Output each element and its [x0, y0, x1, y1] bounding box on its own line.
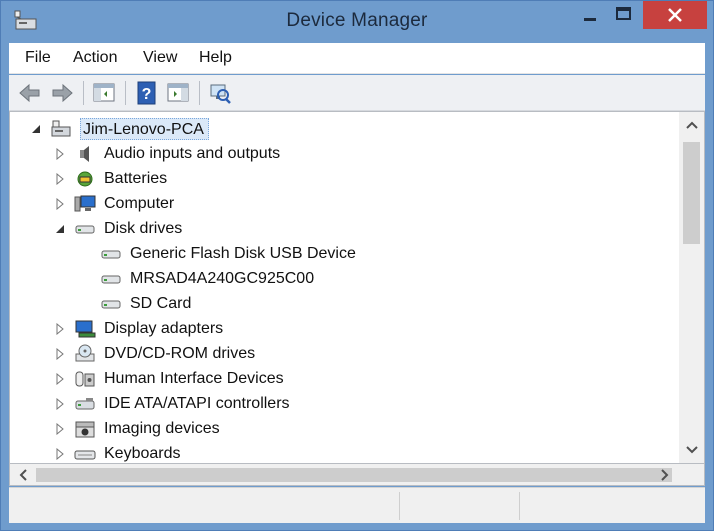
menu-help[interactable]: Help [199, 49, 232, 67]
collapsed-arrow-icon[interactable] [54, 197, 66, 210]
tree-node-computer[interactable]: Computer [54, 191, 174, 216]
horizontal-scroll-thumb[interactable] [36, 468, 672, 482]
tree-node-keyboards[interactable]: Keyboards [54, 441, 181, 463]
tree-node-label: Keyboards [104, 444, 181, 462]
scroll-down-arrow-icon[interactable] [685, 445, 699, 455]
tree-leaf-label: SD Card [130, 294, 192, 312]
tree-node-label: Audio inputs and outputs [104, 144, 281, 162]
tree-node-label: Computer [104, 194, 175, 212]
disk-drive-icon [101, 250, 121, 258]
menu-action[interactable]: Action [73, 49, 117, 67]
disk-drive-icon [75, 225, 95, 233]
expanded-arrow-icon[interactable] [54, 223, 66, 235]
tree-node-batteries[interactable]: Batteries [54, 166, 167, 191]
svg-text:?: ? [142, 86, 152, 103]
back-arrow-icon[interactable] [17, 80, 43, 106]
scroll-left-arrow-icon[interactable] [18, 469, 28, 481]
toolbar-separator [199, 81, 200, 105]
show-hide-console-tree-icon[interactable] [91, 80, 117, 106]
vertical-scrollbar[interactable] [679, 112, 704, 463]
tree-node-label: Imaging devices [104, 419, 220, 437]
device-manager-window: Device Manager File Action View Help ? J… [0, 0, 714, 531]
tree-leaf-label: Generic Flash Disk USB Device [130, 244, 356, 262]
tree-node-label: Human Interface Devices [104, 369, 284, 387]
help-icon[interactable]: ? [133, 80, 159, 106]
tree-leaf-sd-card[interactable]: SD Card [100, 291, 191, 316]
tree-node-ide-controllers[interactable]: IDE ATA/ATAPI controllers [54, 391, 290, 416]
vertical-scroll-thumb[interactable] [683, 142, 700, 244]
title-bar[interactable]: Device Manager [1, 1, 713, 43]
computer-icon [74, 195, 96, 211]
status-pane [519, 492, 705, 520]
battery-icon [77, 171, 93, 186]
forward-arrow-icon[interactable] [49, 80, 75, 106]
maximize-button[interactable] [607, 2, 639, 28]
status-pane [399, 492, 519, 520]
toolbar-separator [125, 81, 126, 105]
disk-drive-icon [101, 275, 121, 283]
collapsed-arrow-icon[interactable] [54, 322, 66, 335]
toolbar-separator [83, 81, 84, 105]
menu-file[interactable]: File [25, 49, 51, 67]
dvd-drive-icon [75, 344, 95, 361]
disk-drive-icon [101, 300, 121, 308]
tree-node-dvd-drives[interactable]: DVD/CD-ROM drives [54, 341, 255, 366]
toolbar: ? [9, 75, 705, 111]
tree-node-label: Batteries [104, 169, 168, 187]
collapsed-arrow-icon[interactable] [54, 372, 66, 385]
tree-root-node[interactable]: Jim-Lenovo-PCA [30, 116, 209, 141]
minimize-button[interactable] [576, 2, 604, 28]
ide-controller-icon [75, 397, 95, 409]
expanded-arrow-icon[interactable] [30, 123, 42, 135]
tree-node-label: Disk drives [104, 219, 183, 237]
computer-pc-icon [51, 120, 71, 136]
tree-node-imaging-devices[interactable]: Imaging devices [54, 416, 220, 441]
scan-hardware-icon[interactable] [207, 80, 233, 106]
collapsed-arrow-icon[interactable] [54, 172, 66, 185]
device-tree[interactable]: Jim-Lenovo-PCA Audio inputs and outputs … [9, 111, 705, 464]
tree-leaf-label: MRSAD4A240GC925C00 [130, 269, 315, 287]
camera-icon [75, 421, 95, 437]
horizontal-scrollbar[interactable] [9, 464, 705, 486]
collapsed-arrow-icon[interactable] [54, 447, 66, 460]
tree-node-label: IDE ATA/ATAPI controllers [104, 394, 290, 412]
collapsed-arrow-icon[interactable] [54, 397, 66, 410]
menu-view[interactable]: View [143, 49, 177, 67]
collapsed-arrow-icon[interactable] [54, 422, 66, 435]
tree-leaf-generic-flash-disk[interactable]: Generic Flash Disk USB Device [100, 241, 356, 266]
tree-node-audio[interactable]: Audio inputs and outputs [54, 141, 280, 166]
properties-icon[interactable] [165, 80, 191, 106]
tree-node-disk-drives[interactable]: Disk drives [54, 216, 182, 241]
scroll-right-arrow-icon[interactable] [660, 469, 670, 481]
keyboard-icon [74, 450, 96, 459]
tree-node-label: Display adapters [104, 319, 224, 337]
display-adapter-icon [75, 320, 96, 337]
menu-bar: File Action View Help [9, 43, 705, 74]
hid-icon [75, 371, 95, 386]
tree-root-label: Jim-Lenovo-PCA [80, 117, 209, 140]
speaker-icon [80, 145, 89, 162]
collapsed-arrow-icon[interactable] [54, 347, 66, 360]
tree-node-label: DVD/CD-ROM drives [104, 344, 256, 362]
tree-node-display-adapters[interactable]: Display adapters [54, 316, 223, 341]
status-bar [9, 487, 705, 523]
close-button[interactable] [643, 1, 707, 29]
scroll-up-arrow-icon[interactable] [685, 120, 699, 130]
tree-leaf-mrsad4a240gc925c00[interactable]: MRSAD4A240GC925C00 [100, 266, 314, 291]
collapsed-arrow-icon[interactable] [54, 147, 66, 160]
tree-node-hid[interactable]: Human Interface Devices [54, 366, 284, 391]
